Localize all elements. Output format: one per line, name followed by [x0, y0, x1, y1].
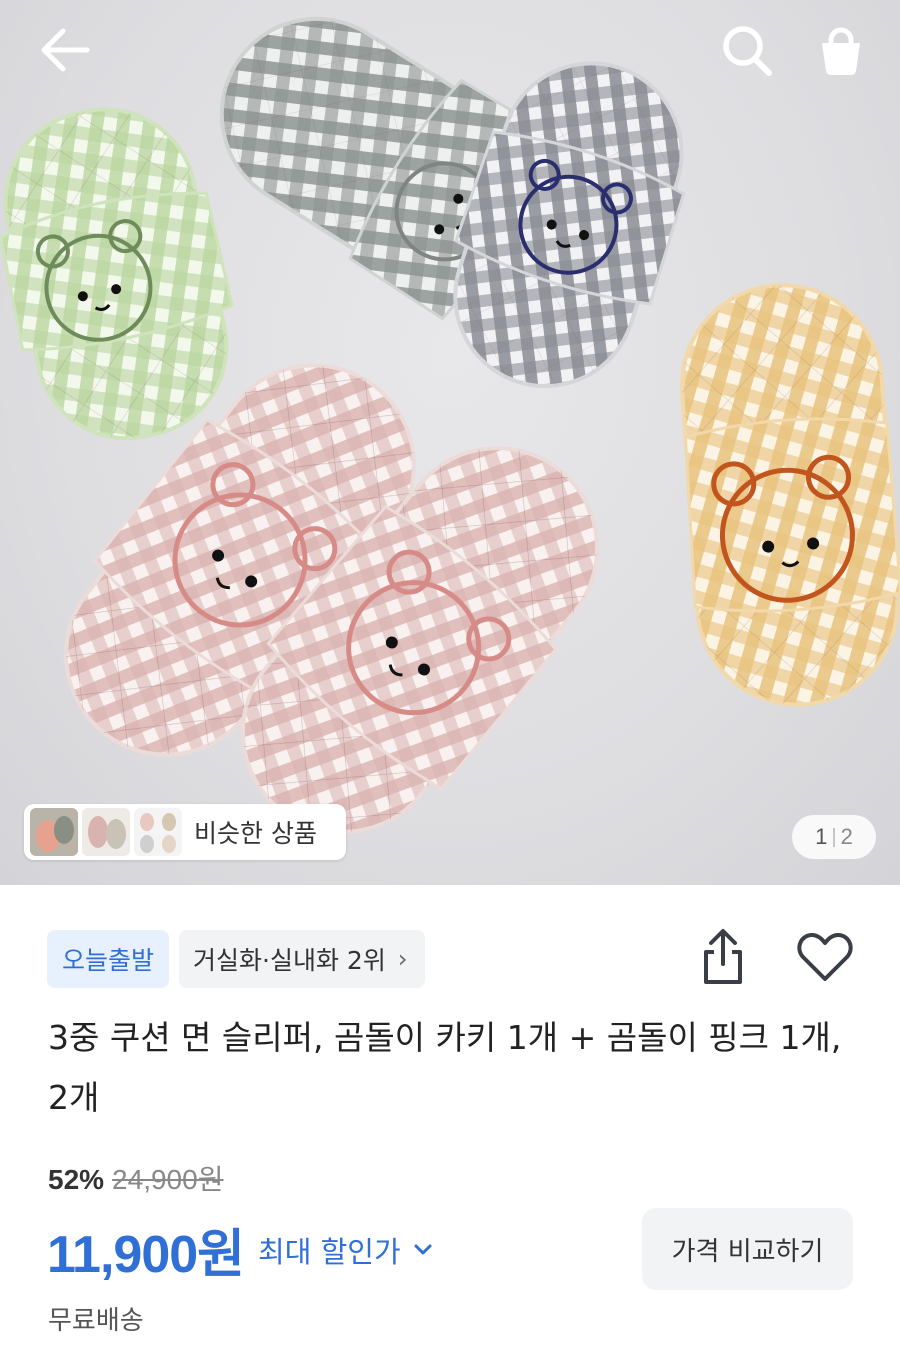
arrow-left-icon [41, 28, 90, 72]
cart-button[interactable] [808, 18, 874, 84]
product-image-gallery[interactable]: 비슷한 상품 1 | 2 [0, 0, 900, 885]
discount-rate: 52% [48, 1164, 105, 1195]
today-shipping-badge: 오늘출발 [47, 930, 170, 988]
similar-products-chip[interactable]: 비슷한 상품 [24, 804, 346, 860]
product-photo [0, 16, 900, 834]
page-total: 2 [840, 824, 853, 849]
max-discount-toggle[interactable]: 최대 할인가 [258, 1229, 433, 1271]
page-current: 1 [815, 824, 828, 849]
similar-thumb-3 [134, 808, 182, 856]
similar-thumb-2 [82, 808, 130, 856]
discount-row: 52% 24,900원 [48, 1158, 223, 1198]
price-compare-button[interactable]: 가격 비교하기 [642, 1208, 853, 1290]
category-rank-label: 거실화·실내화 2위 [193, 946, 386, 975]
sale-price: 11,900원 [47, 1226, 245, 1284]
page-separator: | [831, 825, 837, 848]
back-button[interactable] [30, 20, 100, 80]
search-button[interactable] [712, 18, 782, 84]
heart-icon [797, 933, 853, 981]
search-icon [723, 26, 772, 76]
share-icon [704, 929, 742, 984]
similar-products-label: 비슷한 상품 [194, 819, 317, 848]
max-discount-label: 최대 할인가 [258, 1234, 401, 1269]
wishlist-button[interactable] [792, 924, 858, 990]
chevron-right-icon: › [397, 945, 408, 973]
shopping-bag-icon [822, 27, 860, 75]
shipping-info: 무료배송 [48, 1306, 144, 1336]
image-page-counter: 1 | 2 [792, 815, 876, 859]
share-button[interactable] [692, 924, 754, 990]
category-rank-badge[interactable]: 거실화·실내화 2위 › [179, 930, 426, 988]
badge-row: 오늘출발 거실화·실내화 2위 › [47, 930, 426, 988]
product-title: 3중 쿠션 면 슬리퍼, 곰돌이 카키 1개 + 곰돌이 핑크 1개, 2개 [48, 1018, 842, 1117]
original-price: 24,900원 [112, 1164, 224, 1195]
similar-thumb-1 [30, 808, 78, 856]
price-row: 11,900원 최대 할인가 [47, 1212, 433, 1287]
chevron-down-icon [414, 1244, 432, 1254]
